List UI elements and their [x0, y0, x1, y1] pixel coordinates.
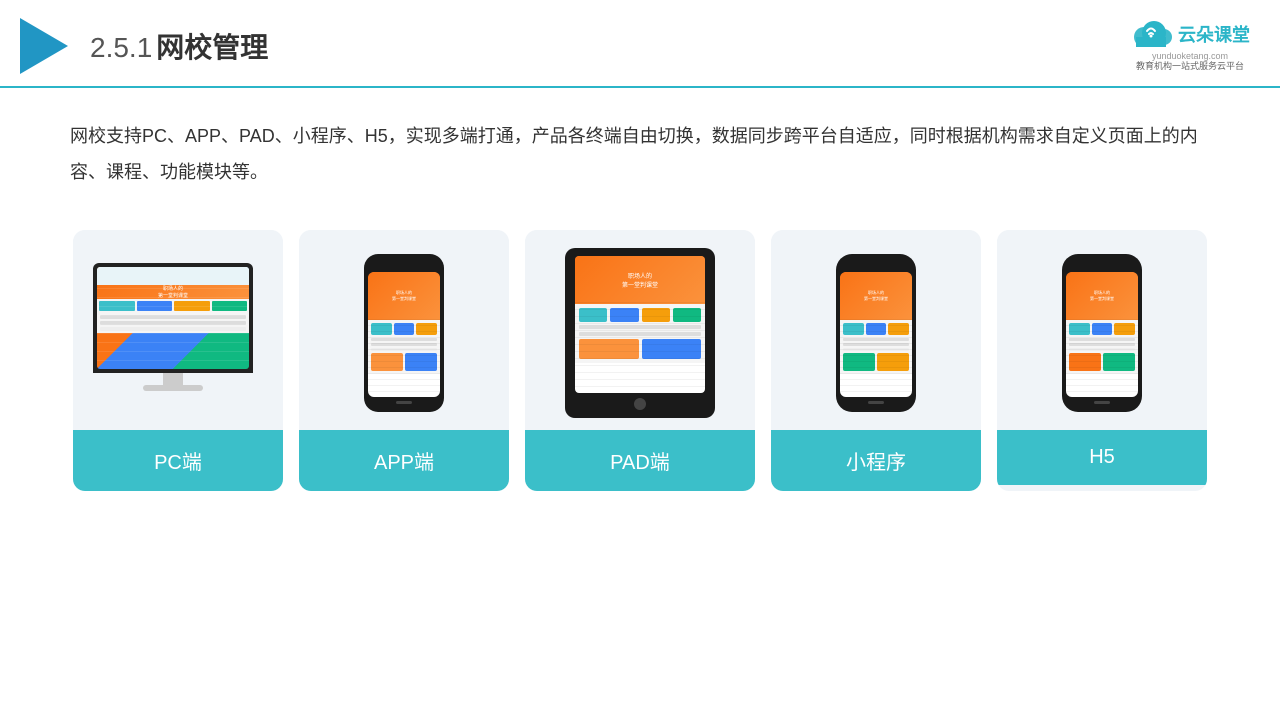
- page-title: 2.5.1网校管理: [90, 26, 268, 66]
- dot2: [107, 274, 111, 278]
- h5-phone-mockup: 职场人的第一堂判课堂: [1062, 254, 1142, 412]
- tablet-screen-content: 职场人的第一堂判课堂: [575, 256, 705, 393]
- play-icon: [20, 18, 68, 74]
- screen-banner: 职场人的第一堂判课堂: [97, 285, 249, 299]
- mini-banner: 职场人的第一堂判课堂: [840, 272, 912, 320]
- pc-card: 职场人的第一堂判课堂: [73, 230, 283, 491]
- monitor-outer: 职场人的第一堂判课堂: [93, 263, 253, 373]
- h5-card: 职场人的第一堂判课堂: [997, 230, 1207, 491]
- pc-mockup: 职场人的第一堂判课堂: [93, 263, 263, 403]
- phone-body: [368, 320, 440, 374]
- dot1: [101, 274, 105, 278]
- description-text: 网校支持PC、APP、PAD、小程序、H5，实现多端打通，产品各终端自由切换，数…: [0, 88, 1280, 210]
- phone-notch: [392, 262, 416, 268]
- tablet-banner: 职场人的第一堂判课堂: [575, 256, 705, 304]
- header-left: 2.5.1网校管理: [20, 18, 268, 74]
- h5-content: 职场人的第一堂判课堂: [1066, 272, 1138, 397]
- brand-logo: 云朵课堂 yunduoketang.com 教育机构一站式服务云平台: [1130, 19, 1250, 73]
- page-header: 2.5.1网校管理 云朵课堂 yunduoketang.com 教育机构一站式服…: [0, 0, 1280, 88]
- app-image-area: 职场人的第一堂判课堂: [299, 230, 509, 430]
- phone-notch-h5: [1090, 262, 1114, 268]
- phone-banner: 职场人的第一堂判课堂: [368, 272, 440, 320]
- miniprogram-label: 小程序: [771, 430, 981, 491]
- tablet-home-btn: [634, 398, 646, 410]
- pad-card: 职场人的第一堂判课堂: [525, 230, 755, 491]
- pad-label: PAD端: [525, 430, 755, 491]
- monitor-neck: [163, 373, 183, 385]
- phone-home-mini: [868, 401, 884, 404]
- tablet-body: [575, 304, 705, 363]
- cloud-logo-area: 云朵课堂: [1130, 19, 1250, 49]
- monitor-base: [143, 385, 203, 391]
- h5-screen: 职场人的第一堂判课堂: [1066, 272, 1138, 397]
- pad-image-area: 职场人的第一堂判课堂: [525, 230, 755, 430]
- app-label: APP端: [299, 430, 509, 491]
- phone-screen-content: 职场人的第一堂判课堂: [368, 272, 440, 397]
- dot3: [113, 274, 117, 278]
- miniprogram-phone-mockup: 职场人的第一堂判课堂: [836, 254, 916, 412]
- tablet-screen: 职场人的第一堂判课堂: [575, 256, 705, 393]
- h5-banner: 职场人的第一堂判课堂: [1066, 272, 1138, 320]
- pc-image-area: 职场人的第一堂判课堂: [73, 230, 283, 430]
- phone-home-h5: [1094, 401, 1110, 404]
- phone-screen: 职场人的第一堂判课堂: [368, 272, 440, 397]
- screen-topbar: [97, 267, 249, 285]
- miniprogram-screen: 职场人的第一堂判课堂: [840, 272, 912, 397]
- h5-label: H5: [997, 430, 1207, 485]
- h5-body: [1066, 320, 1138, 374]
- device-cards-container: 职场人的第一堂判课堂: [0, 210, 1280, 521]
- pad-tablet-mockup: 职场人的第一堂判课堂: [565, 248, 715, 418]
- miniprogram-card: 职场人的第一堂判课堂: [771, 230, 981, 491]
- pc-label: PC端: [73, 430, 283, 491]
- cloud-icon: [1130, 19, 1172, 49]
- screen-nav: [97, 299, 249, 313]
- monitor-screen: 职场人的第一堂判课堂: [97, 267, 249, 369]
- app-card: 职场人的第一堂判课堂: [299, 230, 509, 491]
- monitor-stand: [93, 373, 253, 391]
- app-phone-mockup: 职场人的第一堂判课堂: [364, 254, 444, 412]
- phone-notch-mini: [864, 262, 888, 268]
- miniprogram-content: 职场人的第一堂判课堂: [840, 272, 912, 397]
- phone-home-bar: [396, 401, 412, 404]
- miniprogram-image-area: 职场人的第一堂判课堂: [771, 230, 981, 430]
- mini-body: [840, 320, 912, 374]
- screen-rows: [97, 313, 249, 333]
- screen-body: 职场人的第一堂判课堂: [97, 285, 249, 333]
- h5-image-area: 职场人的第一堂判课堂: [997, 230, 1207, 430]
